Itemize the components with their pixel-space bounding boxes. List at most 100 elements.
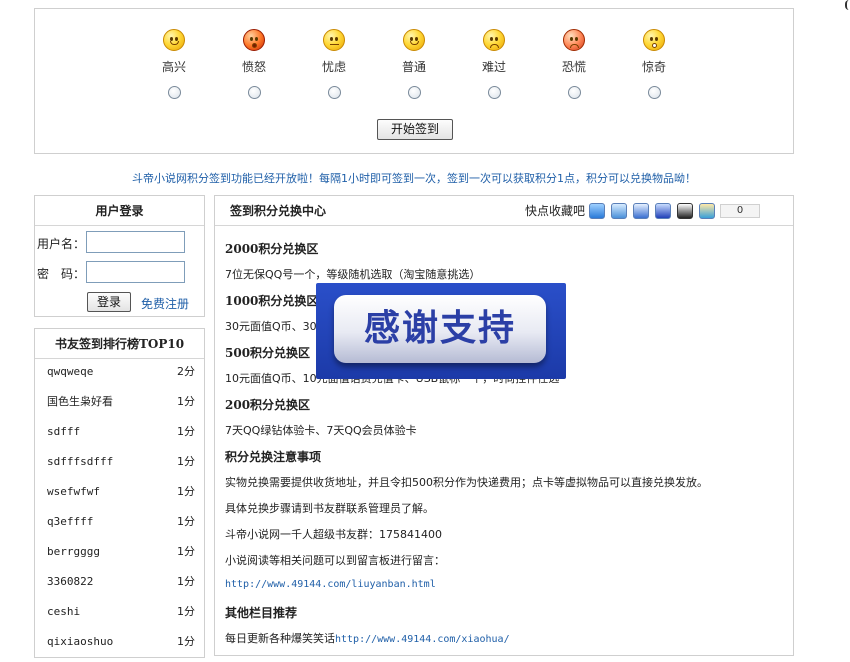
ranking-row[interactable]: sdfffsdfff 1分 [47, 447, 195, 477]
ranking-score: 1分 [177, 485, 195, 498]
jokes-text: 每日更新各种爆笑笑话 [225, 632, 335, 645]
favorite-count: 0 [720, 204, 760, 218]
section-heading: 200积分兑换区 [225, 398, 311, 412]
ranking-user: qwqweqe [47, 365, 94, 378]
baidu-paw-icon[interactable] [655, 203, 671, 219]
ranking-score: 1分 [177, 425, 195, 438]
mood-option-neutral[interactable]: 普通 [384, 29, 444, 99]
ranking-score: 1分 [177, 515, 195, 528]
ranking-score: 1分 [177, 395, 195, 408]
section-text: 7位无保QQ号一个，等级随机选取（淘宝随意挑选） [225, 268, 481, 281]
ranking-score: 1分 [177, 575, 195, 588]
tieba-icon[interactable] [633, 203, 649, 219]
ranking-row[interactable]: berrgggg 1分 [47, 537, 195, 567]
ranking-row[interactable]: qixiaoshuo 1分 [47, 627, 195, 657]
ranking-row[interactable]: q3effff 1分 [47, 507, 195, 537]
ranking-user: qixiaoshuo [47, 635, 114, 648]
mood-label: 难过 [481, 60, 506, 74]
mood-option-angry[interactable]: 愤怒 [224, 29, 284, 99]
neutral-face-icon [403, 29, 425, 51]
sad-face-icon [483, 29, 505, 51]
start-checkin-button[interactable]: 开始签到 [377, 119, 453, 140]
mood-option-happy[interactable]: 高兴 [144, 29, 204, 99]
ranking-user: sdfffsdfff [47, 455, 114, 468]
ranking-user: 3360822 [47, 575, 94, 588]
mood-radio[interactable] [167, 86, 181, 99]
ranking-panel: 书友签到排行榜TOP10 qwqweqe 2分 国色生枭好看 1分 sdfff 1分 … [34, 328, 205, 658]
mood-label: 惊奇 [641, 60, 666, 74]
mood-radio[interactable] [247, 86, 261, 99]
username-input[interactable] [86, 231, 185, 253]
happy-face-icon [163, 29, 185, 51]
favorite-label: 快点收藏吧 [525, 204, 586, 218]
ranking-user: 国色生枭好看 [47, 395, 113, 408]
mood-radio[interactable] [407, 86, 421, 99]
section-heading: 2000积分兑换区 [225, 242, 319, 256]
ranking-row[interactable]: qwqweqe 2分 [47, 357, 195, 387]
ranking-score: 2分 [177, 365, 195, 378]
ranking-user: berrgggg [47, 545, 100, 558]
mood-label: 高兴 [161, 60, 186, 74]
ranking-user: ceshi [47, 605, 81, 618]
mood-option-surprised[interactable]: 惊奇 [624, 29, 684, 99]
mood-radio[interactable] [647, 86, 661, 99]
checkin-notice: 斗帝小说网积分签到功能已经开放啦！每隔1小时即可签到一次，签到一次可以获取积分1… [132, 172, 696, 185]
qq-penguin-icon[interactable] [677, 203, 693, 219]
ranking-row[interactable]: 国色生枭好看 1分 [47, 387, 195, 417]
ranking-score: 1分 [177, 635, 195, 648]
ranking-user: q3effff [47, 515, 94, 528]
section-text: 实物兑换需要提供收货地址，并且令扣500积分作为快递费用；点卡等虚拟物品可以直接… [225, 476, 708, 489]
ranking-row[interactable]: wsefwfwf 1分 [47, 477, 195, 507]
mood-radio[interactable] [487, 86, 501, 99]
section-text: 斗帝小说网一千人超级书友群：175841400 [225, 528, 442, 541]
login-panel: 用户登录 用户名： 密 码： 登录 免费注册 [34, 195, 205, 317]
exchange-panel: 签到积分兑换中心 快点收藏吧 0 2000积分兑换区 7位无保QQ号一个，等级随… [214, 195, 794, 656]
mood-radio[interactable] [327, 86, 341, 99]
mood-radio[interactable] [567, 86, 581, 99]
jokes-link[interactable]: http://www.49144.com/xiaohua/ [335, 634, 510, 645]
worried-face-icon [323, 29, 345, 51]
ranking-user: sdfff [47, 425, 81, 438]
login-title: 用户登录 [35, 196, 204, 226]
register-link[interactable]: 免费注册 [141, 295, 189, 312]
ranking-row[interactable]: sdfff 1分 [47, 417, 195, 447]
thanks-overlay-banner: 感谢支持 [316, 283, 566, 379]
mood-label: 忧虑 [321, 60, 346, 74]
ranking-user: wsefwfwf [47, 485, 100, 498]
panic-face-icon [563, 29, 585, 51]
mood-label: 恐慌 [561, 60, 586, 74]
ranking-row[interactable]: 3360822 1分 [47, 567, 195, 597]
ranking-score: 1分 [177, 455, 195, 468]
thanks-overlay-text: 感谢支持 [334, 295, 546, 363]
surprised-face-icon [643, 29, 665, 51]
mood-option-worried[interactable]: 忧虑 [304, 29, 364, 99]
ranking-row[interactable]: ceshi 1分 [47, 597, 195, 627]
ranking-score: 1分 [177, 545, 195, 558]
section-heading: 其他栏目推荐 [225, 606, 298, 620]
section-heading: 500积分兑换区 [225, 346, 311, 360]
ranking-title: 书友签到排行榜TOP10 [35, 329, 204, 359]
p-share-icon[interactable] [611, 203, 627, 219]
section-heading: 1000积分兑换区 [225, 294, 319, 308]
section-text: 小说阅读等相关问题可以到留言板进行留言： [225, 554, 445, 567]
guestbook-link[interactable]: http://www.49144.com/liuyanban.html [225, 579, 436, 590]
angry-face-icon [243, 29, 265, 51]
section-text: 每日更新各种爆笑笑话http://www.49144.com/xiaohua/ [225, 630, 510, 646]
password-input[interactable] [86, 261, 185, 283]
section-heading: 积分兑换注意事项 [225, 450, 322, 464]
exchange-header: 签到积分兑换中心 快点收藏吧 0 [215, 196, 793, 226]
login-button[interactable]: 登录 [87, 292, 131, 312]
password-label: 密 码： [37, 267, 86, 281]
mood-option-sad[interactable]: 难过 [464, 29, 524, 99]
exchange-title: 签到积分兑换中心 [230, 204, 327, 218]
section-text: 7天QQ绿钻体验卡、7天QQ会员体验卡 [225, 424, 417, 437]
star-bookmark-icon[interactable] [589, 203, 605, 219]
kaixin-icon[interactable] [699, 203, 715, 219]
mood-label: 愤怒 [241, 60, 266, 74]
ranking-score: 1分 [177, 605, 195, 618]
mood-label: 普通 [401, 60, 426, 74]
window-edge [845, 0, 850, 10]
section-text: 具体兑换步骤请到书友群联系管理员了解。 [225, 502, 434, 515]
mood-option-panic[interactable]: 恐慌 [544, 29, 604, 99]
username-label: 用户名： [37, 237, 86, 251]
